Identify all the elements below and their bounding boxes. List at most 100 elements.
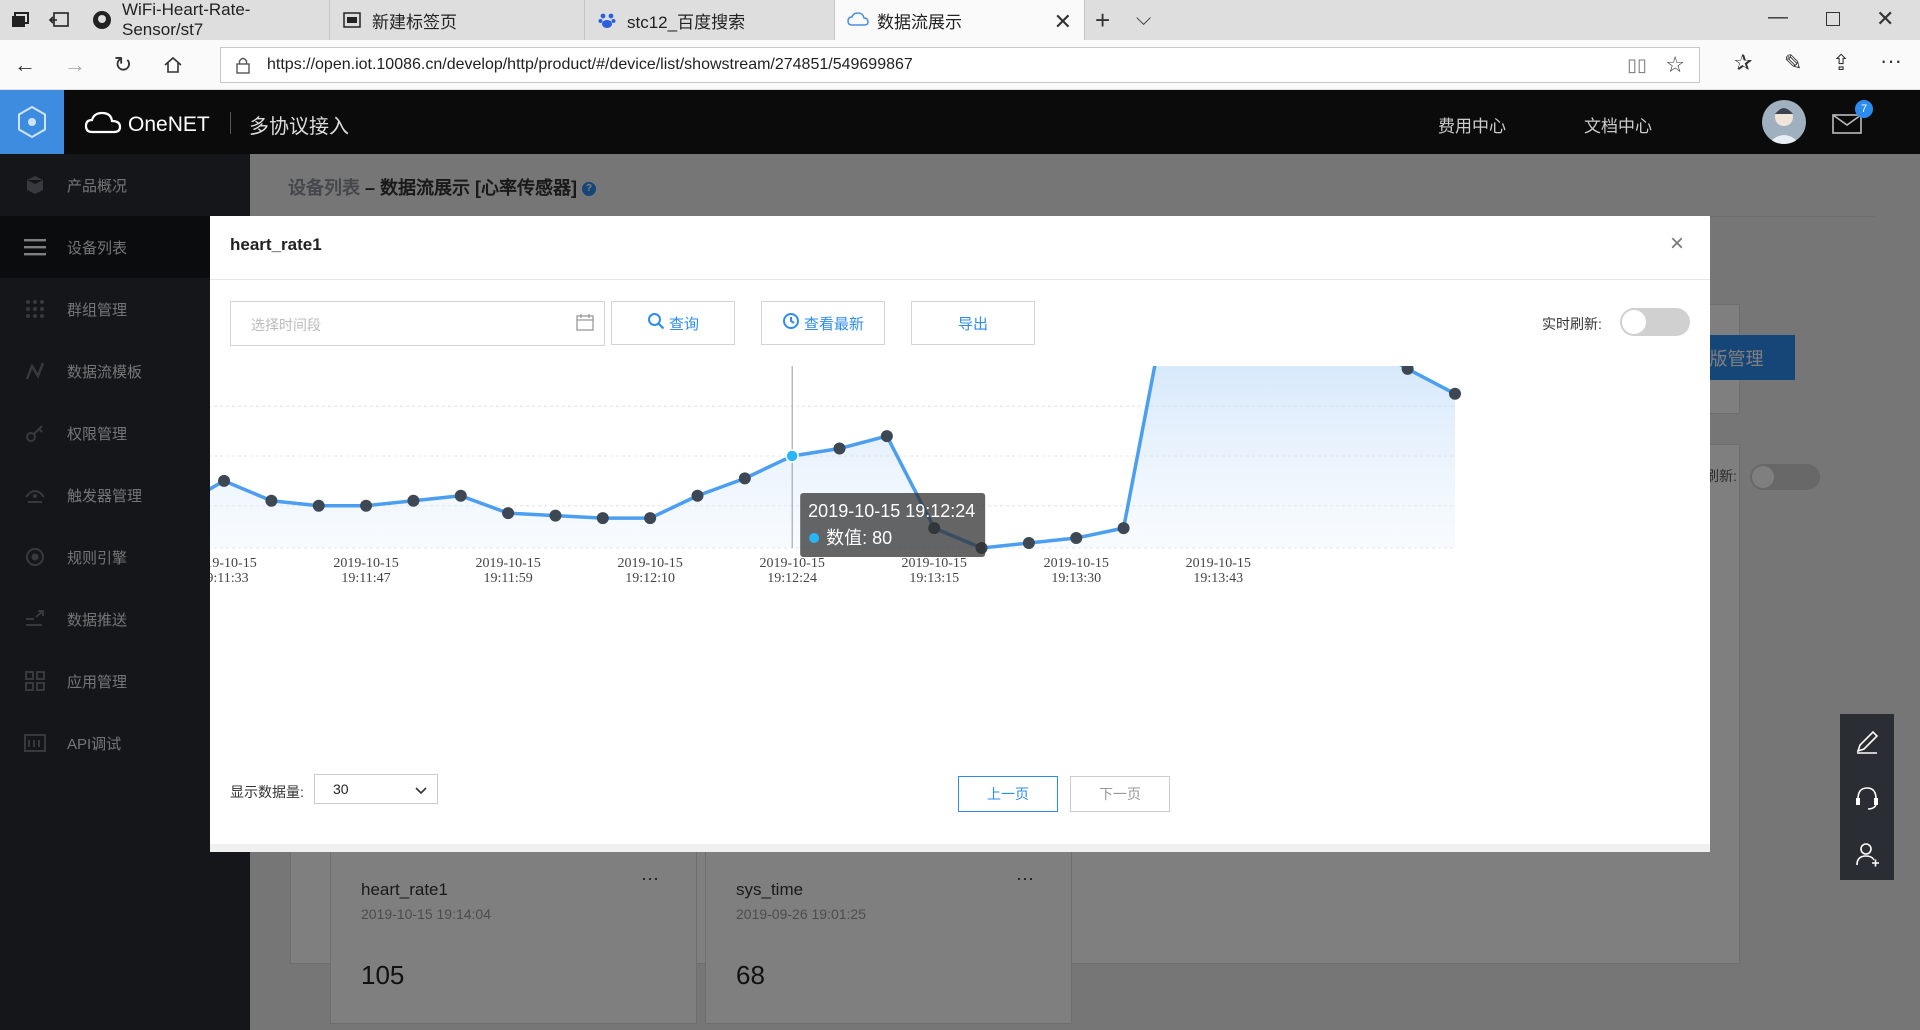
data-point[interactable] (1070, 532, 1083, 545)
chevron-down-icon (415, 783, 427, 799)
x-tick-time: 19:11:59 (483, 571, 532, 586)
tooltip-value: 数值: 80 (826, 528, 892, 548)
github-icon (92, 10, 112, 30)
feedback-pen-icon[interactable] (1840, 714, 1894, 770)
heart-rate-chart: 4360801001201401602019-10-1519:11:332019… (210, 366, 1461, 586)
export-button[interactable]: 导出 (911, 301, 1035, 345)
platform-logo[interactable] (0, 90, 64, 154)
baidu-paw-icon (597, 10, 617, 30)
nav-link-billing[interactable]: 费用中心 (1438, 112, 1506, 137)
new-tab-plus-icon[interactable]: + (1095, 5, 1110, 36)
data-point[interactable] (785, 449, 799, 463)
x-tick-date: 2019-10-15 (760, 556, 825, 571)
favorite-star-icon[interactable]: ☆ (1665, 52, 1685, 78)
data-point[interactable] (360, 499, 373, 512)
maximize-icon[interactable] (1826, 12, 1840, 26)
data-point[interactable] (1449, 387, 1461, 400)
forward-icon[interactable]: → (58, 48, 92, 82)
prev-page-button[interactable]: 上一页 (958, 776, 1058, 812)
support-headset-icon[interactable] (1840, 770, 1894, 826)
tab-label: WiFi-Heart-Rate-Sensor/st7 (122, 0, 251, 39)
lock-icon (235, 56, 251, 79)
data-point[interactable] (502, 507, 515, 520)
address-bar-row: ← → ↻ https://open.iot.10086.cn/develop/… (0, 40, 1920, 90)
tab-baidu[interactable]: stc12_百度搜索 (585, 0, 835, 40)
refresh-icon[interactable]: ↻ (106, 48, 140, 82)
cloud-icon (847, 10, 869, 30)
mail-icon[interactable] (1832, 114, 1862, 137)
tab-label: stc12_百度搜索 (627, 12, 746, 32)
data-point[interactable] (1022, 537, 1035, 550)
mail-badge: 7 (1855, 100, 1873, 118)
data-point[interactable] (880, 430, 893, 443)
tab-github[interactable]: WiFi-Heart-Rate-Sensor/st7 (80, 0, 330, 40)
x-tick-date: 2019-10-15 (902, 556, 967, 571)
query-button[interactable]: 查询 (611, 301, 735, 345)
minimize-icon[interactable]: — (1768, 6, 1788, 29)
tab-list-chevron-icon[interactable]: ⌵ (1136, 8, 1151, 31)
data-point[interactable] (265, 494, 278, 507)
data-point[interactable] (644, 512, 657, 525)
search-icon (647, 312, 665, 334)
back-icon[interactable]: ← (8, 48, 42, 82)
data-point[interactable] (312, 499, 325, 512)
x-tick-date: 2019-10-15 (1044, 556, 1109, 571)
x-tick-time: 19:13:43 (1193, 571, 1243, 586)
tab-close-icon[interactable]: ✕ (1054, 9, 1072, 35)
share-icon[interactable]: ⇪ (1832, 50, 1850, 76)
data-point[interactable] (691, 489, 704, 502)
data-point[interactable] (596, 512, 609, 525)
brand-divider (230, 112, 231, 134)
view-latest-button[interactable]: 查看最新 (761, 301, 885, 345)
query-button-label: 查询 (668, 315, 699, 333)
tooltip-time: 2019-10-15 19:12:24 (808, 501, 975, 521)
notes-pen-icon[interactable]: ✎ (1784, 50, 1802, 76)
data-point[interactable] (218, 474, 231, 487)
tab-label: 新建标签页 (372, 12, 457, 32)
user-service-icon[interactable] (1840, 826, 1894, 882)
tab-new[interactable]: 新建标签页 (330, 0, 585, 40)
avatar[interactable] (1762, 100, 1806, 144)
data-point[interactable] (454, 489, 467, 502)
section-title: 多协议接入 (249, 116, 349, 138)
data-count-label: 显示数据量: (230, 784, 304, 800)
modal-close-icon[interactable]: × (1670, 232, 1684, 256)
time-range-input[interactable]: 选择时间段 (230, 301, 605, 346)
data-point[interactable] (549, 509, 562, 522)
data-count-select[interactable]: 30 (314, 774, 438, 804)
x-tick-date: 2019-10-15 (617, 556, 682, 571)
url-field[interactable]: https://open.iot.10086.cn/develop/http/p… (220, 47, 1700, 83)
data-count-value: 30 (333, 781, 349, 797)
realtime-refresh-toggle[interactable] (1620, 308, 1690, 336)
modal-header-divider (210, 279, 1710, 280)
data-point[interactable] (1117, 522, 1130, 535)
x-tick-date: 2019-10-15 (333, 556, 398, 571)
nav-link-docs[interactable]: 文档中心 (1584, 112, 1652, 137)
tab-label: 数据流展示 (877, 12, 962, 32)
tab-actions-icon[interactable] (10, 10, 30, 30)
tooltip-marker (809, 532, 820, 543)
calendar-icon[interactable] (576, 313, 594, 334)
home-icon[interactable] (156, 48, 190, 82)
data-point[interactable] (738, 472, 751, 485)
x-tick-date: 2019-10-15 (475, 556, 540, 571)
realtime-refresh-label: 实时刷新: (1542, 316, 1602, 332)
x-tick-time: 19:11:47 (341, 571, 390, 586)
reading-view-icon[interactable]: ▯▯ (1627, 55, 1647, 76)
floating-toolbar (1840, 714, 1894, 880)
tab-aside-icon[interactable] (48, 10, 70, 30)
modal-title: heart_rate1 (230, 235, 322, 254)
x-tick-time: 19:13:15 (909, 571, 959, 586)
x-tick-date: 2019-10-15 (210, 556, 257, 571)
more-icon[interactable]: ··· (1880, 48, 1902, 74)
tab-datastream[interactable]: 数据流展示 ✕ (835, 0, 1085, 40)
favorites-hub-icon[interactable]: ✰ (1734, 50, 1752, 76)
newtab-icon (342, 10, 362, 30)
window-close-icon[interactable]: ✕ (1876, 6, 1894, 32)
data-point[interactable] (833, 442, 846, 455)
view-latest-label: 查看最新 (803, 315, 864, 333)
onenet-brand[interactable]: OneNET (84, 110, 210, 139)
data-point[interactable] (407, 494, 420, 507)
x-tick-time: 19:11:33 (210, 571, 249, 586)
next-page-button[interactable]: 下一页 (1070, 776, 1170, 812)
